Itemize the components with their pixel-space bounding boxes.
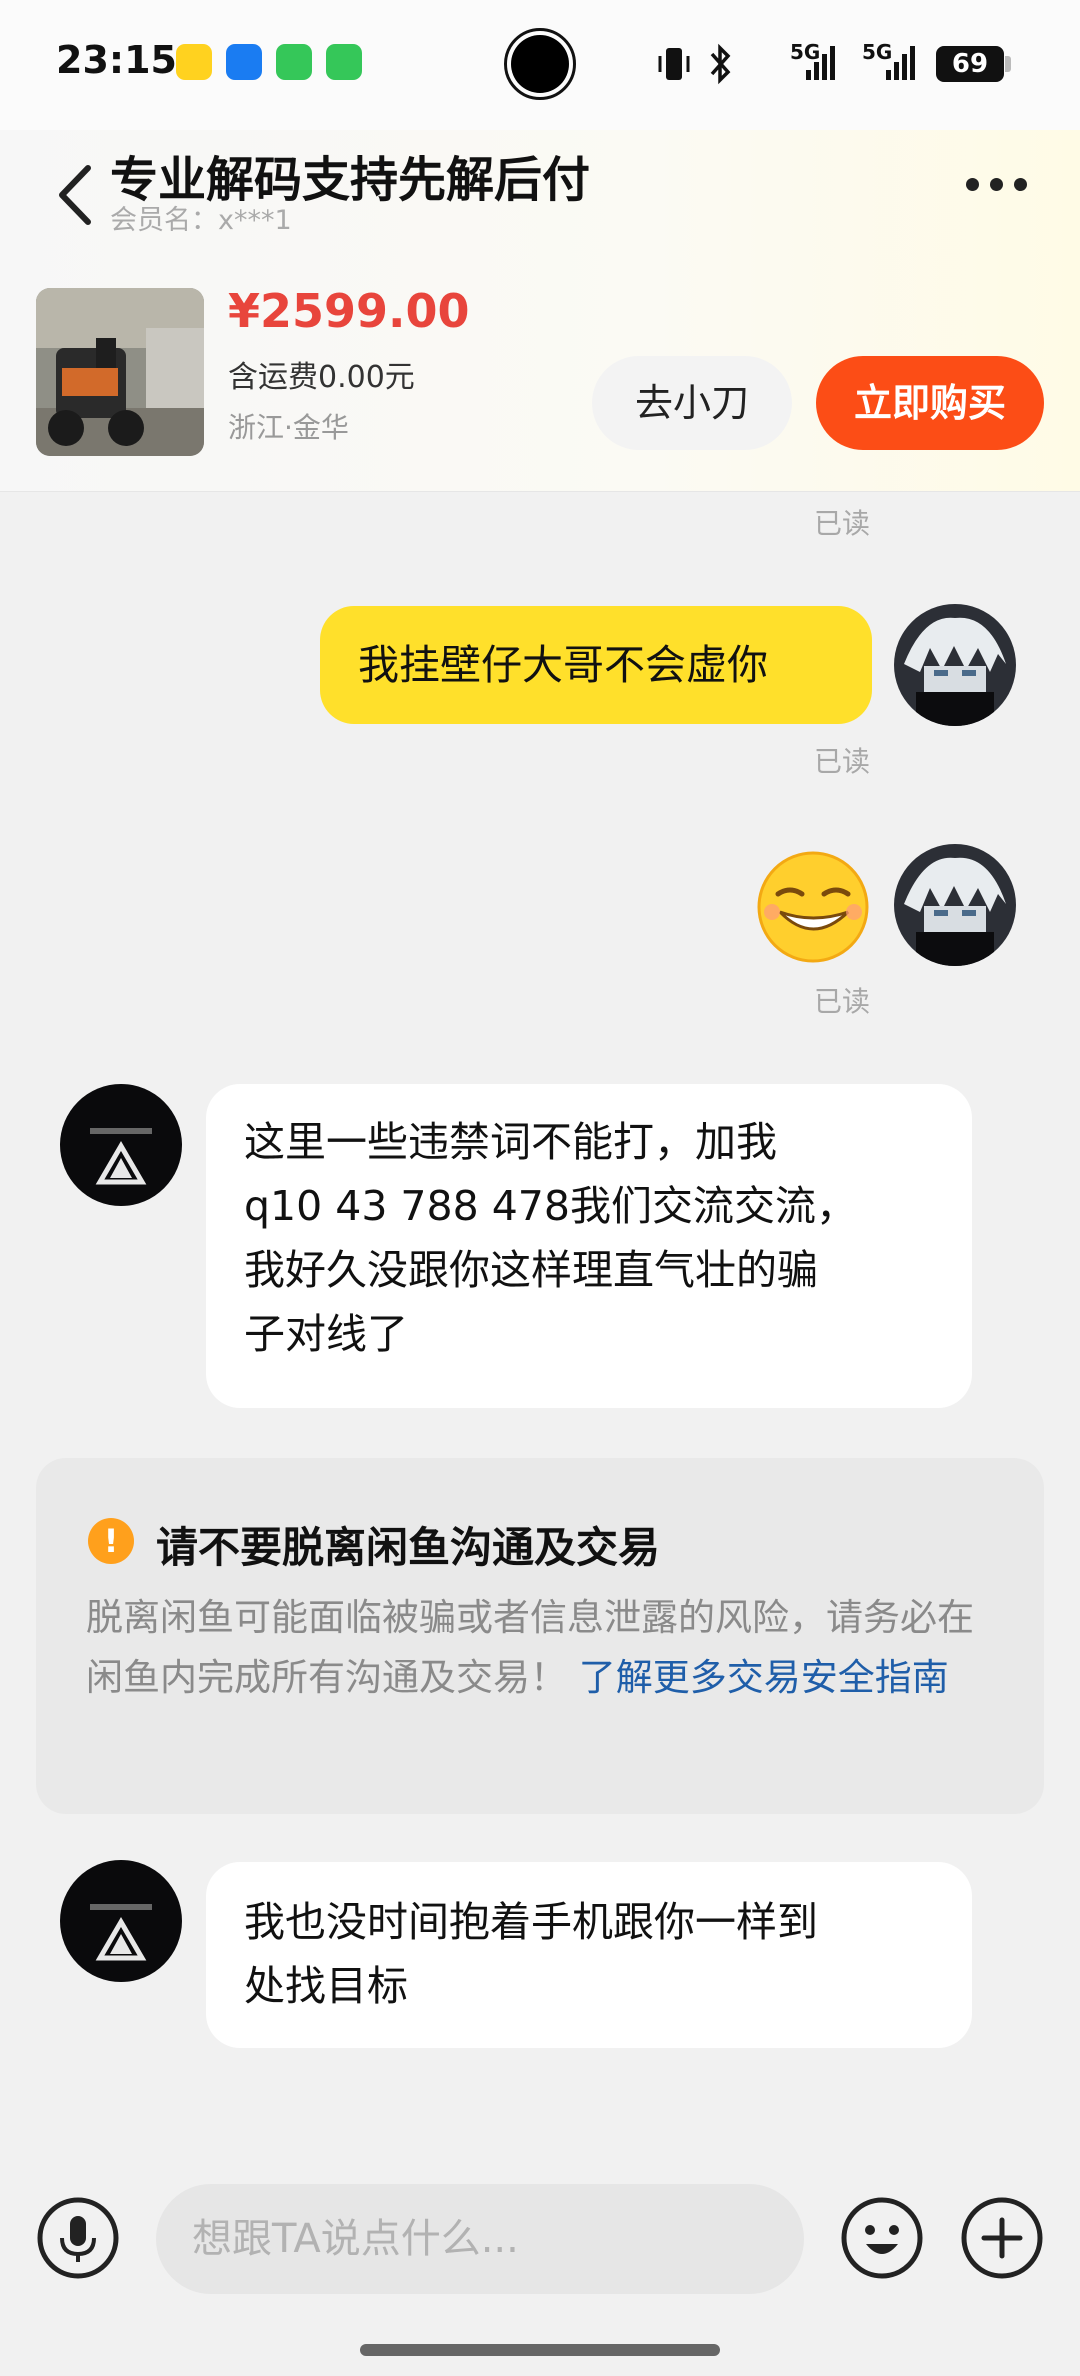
signal-icon-2	[886, 46, 915, 80]
router-app-icon	[226, 44, 262, 80]
my-avatar[interactable]	[894, 604, 1016, 726]
message-line: 处找目标	[244, 1962, 408, 2010]
warning-icon: !	[88, 1518, 134, 1564]
read-receipt: 已读	[814, 985, 871, 1018]
message-input[interactable]: 想跟TA说点什么...	[156, 2184, 804, 2294]
message-line: 我好久没跟你这样理直气壮的骗	[244, 1246, 818, 1294]
message-line: 这里一些违禁词不能打，加我	[244, 1118, 777, 1166]
battery-indicator: 69	[936, 46, 1004, 82]
read-receipt: 已读	[814, 507, 871, 540]
status-time: 23:15	[56, 38, 177, 82]
seller-location: 浙江·金华	[228, 411, 349, 444]
seller-avatar[interactable]	[60, 1084, 182, 1206]
seller-avatar[interactable]	[60, 1860, 182, 1982]
more-options-icon[interactable]	[966, 176, 1042, 210]
input-bar: 想跟TA说点什么...	[0, 2160, 1080, 2376]
warning-title: 请不要脱离闲鱼沟通及交易	[156, 1523, 661, 1572]
back-arrow-icon[interactable]	[52, 160, 100, 230]
message-bubble-other[interactable]: 这里一些违禁词不能打，加我 q10 43 788 478我们交流交流， 我好久没…	[206, 1084, 972, 1408]
safety-guide-link[interactable]: 了解更多交易安全指南	[579, 1656, 949, 1699]
read-receipt: 已读	[814, 745, 871, 778]
warning-body: 脱离闲鱼可能面临被骗或者信息泄露的风险，请务必在闲鱼内完成所有沟通及交易！ 了解…	[86, 1588, 1006, 1708]
product-thumbnail[interactable]	[36, 288, 204, 456]
message-line: 子对线了	[244, 1310, 408, 1358]
member-name: 会员名：x***1	[110, 205, 292, 236]
buy-now-button[interactable]: 立即购买	[816, 356, 1044, 450]
chat-header: 专业解码支持先解后付 会员名：x***1 ¥2599.00 含运费0.00元 浙…	[0, 130, 1080, 492]
safety-warning-card: ! 请不要脱离闲鱼沟通及交易 脱离闲鱼可能面临被骗或者信息泄露的风险，请务必在闲…	[36, 1458, 1044, 1814]
voice-input-icon[interactable]	[36, 2196, 120, 2280]
battery-level: 69	[951, 49, 989, 79]
bluetooth-icon	[710, 43, 731, 85]
emoji-picker-icon[interactable]	[840, 2196, 924, 2280]
my-avatar[interactable]	[894, 844, 1016, 966]
front-camera	[492, 26, 588, 102]
status-bar: 23:15 5G 5G 69	[0, 0, 1080, 130]
shipping-fee: 含运费0.00元	[228, 360, 415, 395]
message-bubble-mine[interactable]: 我挂壁仔大哥不会虚你	[320, 606, 872, 724]
messages-app-icon	[276, 44, 312, 80]
signal-icon-1	[806, 46, 835, 80]
duoduo-app-icon	[176, 44, 212, 80]
vibrate-icon	[658, 48, 690, 80]
message-line: q10 43 788 478我们交流交流，	[244, 1182, 857, 1230]
message-text: 我挂壁仔大哥不会虚你	[358, 641, 768, 689]
phone-app-icon	[326, 44, 362, 80]
message-line: 我也没时间抱着手机跟你一样到	[244, 1898, 818, 1946]
message-bubble-other[interactable]: 我也没时间抱着手机跟你一样到 处找目标	[206, 1862, 972, 2048]
battery-tip	[1005, 56, 1011, 72]
product-price: ¥2599.00	[228, 284, 470, 338]
home-indicator[interactable]	[360, 2344, 720, 2356]
bargain-button[interactable]: 去小刀	[592, 356, 792, 450]
add-attachment-icon[interactable]	[960, 2196, 1044, 2280]
grin-emoji-icon[interactable]	[756, 850, 870, 964]
